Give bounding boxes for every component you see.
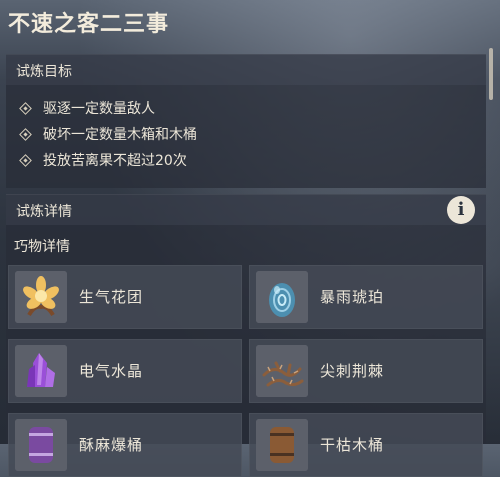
goal-item: 驱逐一定数量敌人 xyxy=(20,97,155,119)
diamond-bullet-icon xyxy=(20,155,31,166)
details-section-title: 试炼详情 xyxy=(16,204,72,220)
gadget-details-subheading: 巧物详情 xyxy=(14,239,70,255)
gadget-card[interactable]: 生气花团 xyxy=(8,265,242,329)
details-section-header: 试炼详情 xyxy=(6,194,486,225)
gadget-card[interactable]: 电气水晶 xyxy=(8,339,242,403)
goal-text: 投放苦离果不超过20次 xyxy=(43,153,187,169)
goals-panel: 驱逐一定数量敌人 破坏一定数量木箱和木桶 投放苦离果不超过20次 xyxy=(6,85,486,188)
gadget-card[interactable]: 干枯木桶 xyxy=(249,413,483,477)
goal-text: 破坏一定数量木箱和木桶 xyxy=(43,127,197,143)
gadget-name: 暴雨琥珀 xyxy=(320,288,385,306)
blue-egg-icon xyxy=(256,271,308,323)
details-panel xyxy=(6,225,486,444)
diamond-bullet-icon xyxy=(20,103,31,114)
page-title: 不速之客二三事 xyxy=(8,12,170,37)
scrollbar-thumb[interactable] xyxy=(489,48,493,100)
goal-text: 驱逐一定数量敌人 xyxy=(43,101,155,117)
gadget-name: 电气水晶 xyxy=(79,362,144,380)
explosive-barrel-icon xyxy=(15,419,67,471)
goals-section-header: 试炼目标 xyxy=(6,54,486,85)
gadget-name: 尖刺荆棘 xyxy=(320,362,385,380)
goal-item: 破坏一定数量木箱和木桶 xyxy=(20,123,197,145)
thorn-bramble-icon xyxy=(256,345,308,397)
flower-cluster-icon xyxy=(15,271,67,323)
gadget-name: 酥麻爆桶 xyxy=(79,436,144,454)
purple-crystal-icon xyxy=(15,345,67,397)
diamond-bullet-icon xyxy=(20,129,31,140)
gadget-name: 生气花团 xyxy=(79,288,144,306)
goals-section-title: 试炼目标 xyxy=(16,64,72,80)
info-icon[interactable]: i xyxy=(447,196,475,224)
gadget-name: 干枯木桶 xyxy=(320,436,385,454)
goal-item: 投放苦离果不超过20次 xyxy=(20,149,187,171)
gadget-card[interactable]: 尖刺荆棘 xyxy=(249,339,483,403)
wooden-barrel-icon xyxy=(256,419,308,471)
gadget-card[interactable]: 酥麻爆桶 xyxy=(8,413,242,477)
gadget-card[interactable]: 暴雨琥珀 xyxy=(249,265,483,329)
